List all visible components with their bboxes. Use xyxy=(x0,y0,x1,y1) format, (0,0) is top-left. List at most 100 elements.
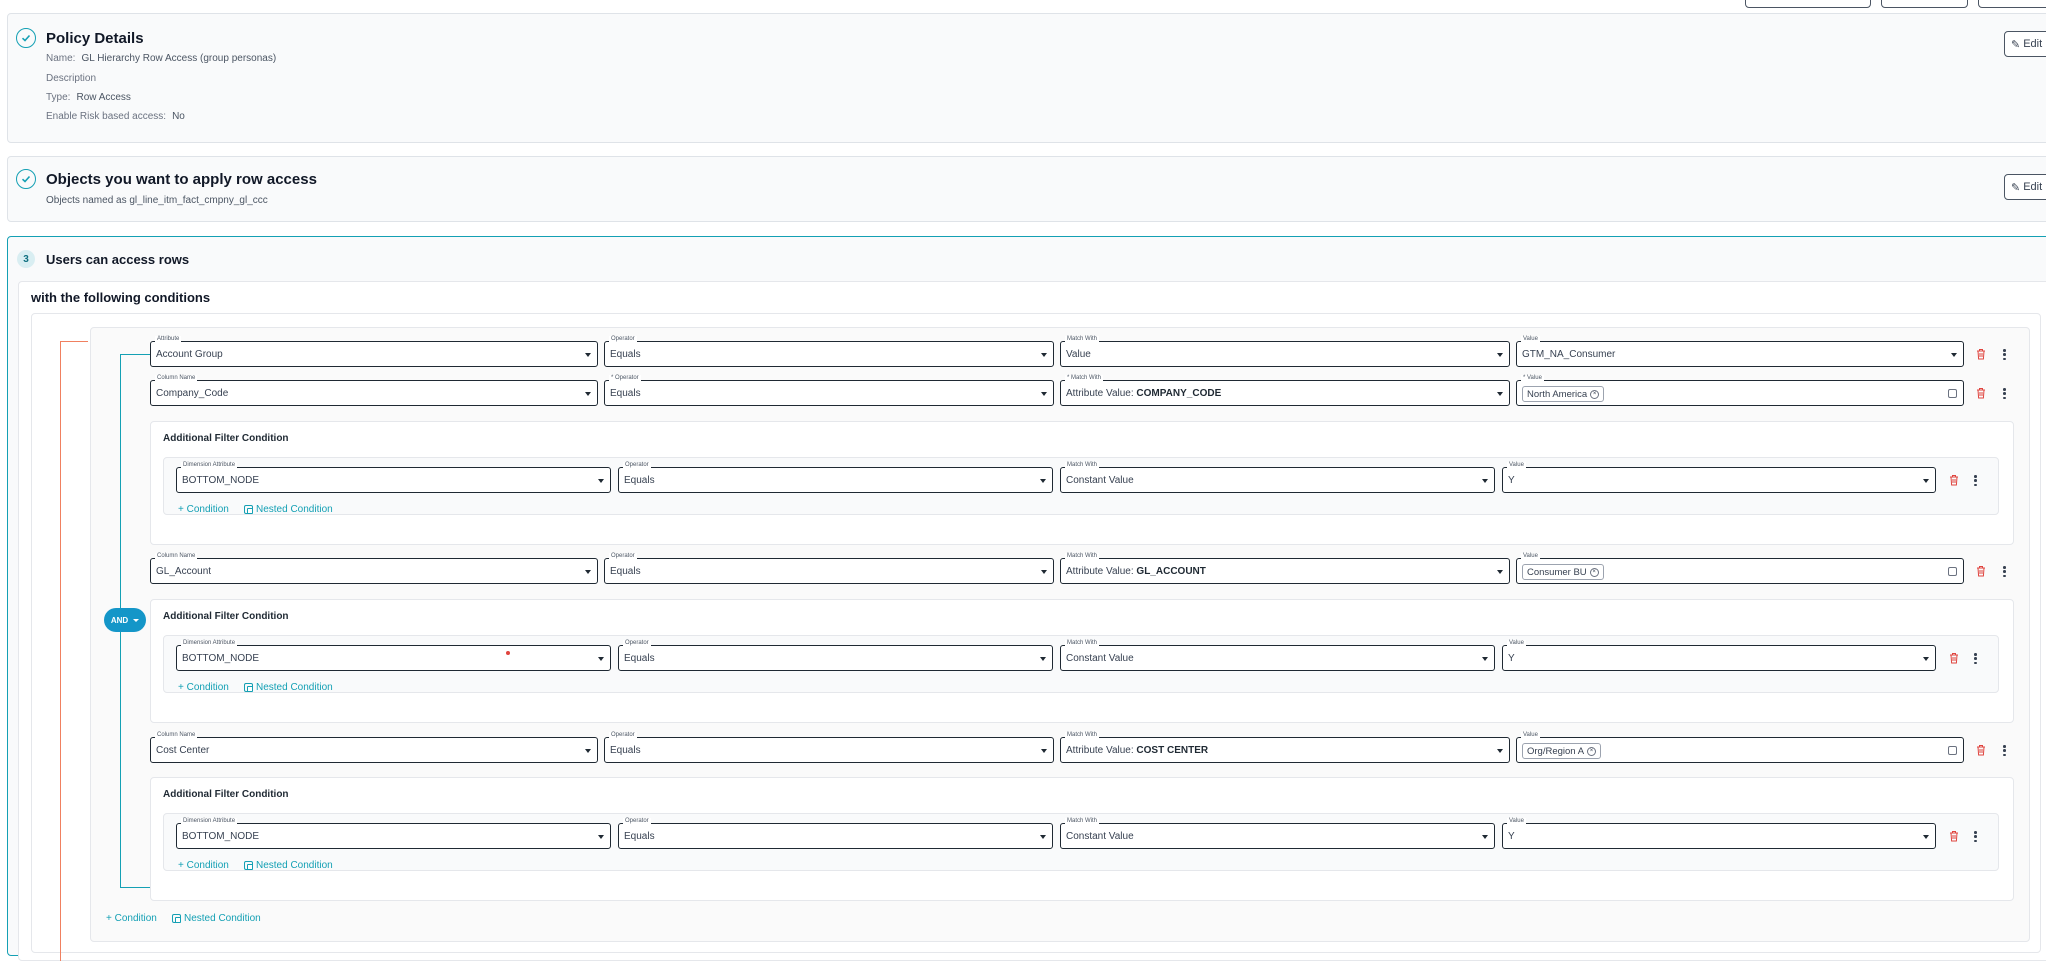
more-options-icon[interactable] xyxy=(2003,349,2006,360)
copy-icon[interactable] xyxy=(1948,389,1957,398)
dimension-attribute-select[interactable]: Dimension Attribute BOTTOM_NODE xyxy=(176,818,611,849)
value-multiselect[interactable]: Value Consumer BU × xyxy=(1516,553,1964,584)
field-value: Y xyxy=(1508,475,1515,486)
operator-select[interactable]: Operator Equals xyxy=(604,336,1054,367)
value-multiselect[interactable]: Value Org/Region A × xyxy=(1516,732,1964,763)
value-select[interactable]: Value Y xyxy=(1502,640,1936,671)
more-options-icon[interactable] xyxy=(1974,831,1977,842)
trash-icon[interactable] xyxy=(1976,348,1986,360)
value-select[interactable]: Value Y xyxy=(1502,818,1936,849)
field-value: Equals xyxy=(610,745,641,756)
field-label: Operator xyxy=(623,818,651,825)
nested-condition-link[interactable]: Nested Condition xyxy=(244,682,333,693)
field-value: Attribute Value: COMPANY_CODE xyxy=(1066,388,1221,399)
operator-select[interactable]: Operator Equals xyxy=(618,462,1053,493)
field-label: Match With xyxy=(1065,462,1100,469)
add-condition-link-root[interactable]: + Condition xyxy=(106,913,157,924)
field-value: Constant Value xyxy=(1066,831,1134,842)
edit-policy-details-button[interactable]: ✎ Edit xyxy=(2004,31,2046,57)
nested-condition-link[interactable]: Nested Condition xyxy=(244,860,333,871)
match-with-select[interactable]: Match With Attribute Value: GL_ACCOUNT xyxy=(1060,553,1510,584)
field-label: * Match With xyxy=(1065,375,1104,382)
conditions-title: with the following conditions xyxy=(31,290,211,305)
trash-icon[interactable] xyxy=(1949,474,1959,486)
dimension-attribute-select[interactable]: Dimension Attribute BOTTOM_NODE xyxy=(176,462,611,493)
chevron-down-icon xyxy=(1041,749,1047,753)
trash-icon[interactable] xyxy=(1976,387,1986,399)
more-options-icon[interactable] xyxy=(2003,745,2006,756)
remove-chip-icon[interactable]: × xyxy=(1587,746,1597,756)
edit-objects-button[interactable]: ✎ Edit xyxy=(2004,174,2046,200)
and-label: AND xyxy=(110,615,129,625)
remove-chip-icon[interactable]: × xyxy=(1589,567,1599,577)
match-with-select[interactable]: Match With Constant Value xyxy=(1060,818,1495,849)
nested-condition-icon xyxy=(172,914,181,923)
chevron-down-icon xyxy=(1040,835,1046,839)
add-condition-link[interactable]: + Condition xyxy=(178,860,229,871)
check-circle-icon xyxy=(16,169,36,189)
chevron-down-icon xyxy=(598,657,604,661)
more-options-icon[interactable] xyxy=(1974,653,1977,664)
field-value: Cost Center xyxy=(156,745,210,756)
field-value: Constant Value xyxy=(1066,475,1134,486)
attribute-select[interactable]: Attribute Account Group xyxy=(150,336,598,367)
nested-condition-link-root[interactable]: Nested Condition xyxy=(172,913,261,924)
match-with-select[interactable]: Match With Value xyxy=(1060,336,1510,367)
chevron-down-icon xyxy=(1497,570,1503,574)
top-action-button-2[interactable] xyxy=(1881,0,1968,8)
match-with-select[interactable]: * Match With Attribute Value: COMPANY_CO… xyxy=(1060,375,1510,406)
trash-icon[interactable] xyxy=(1949,830,1959,842)
more-options-icon[interactable] xyxy=(2003,388,2006,399)
trash-icon[interactable] xyxy=(1976,565,1986,577)
field-label: Value xyxy=(1521,336,1540,343)
top-action-button-1[interactable] xyxy=(1745,0,1871,8)
field-value: Account Group xyxy=(156,349,223,360)
operator-select[interactable]: Operator Equals xyxy=(618,640,1053,671)
value-chip[interactable]: Consumer BU × xyxy=(1522,564,1604,580)
operator-select[interactable]: Operator Equals xyxy=(604,553,1054,584)
policy-name-value: GL Hierarchy Row Access (group personas) xyxy=(81,53,277,64)
value-select[interactable]: Value Y xyxy=(1502,462,1936,493)
add-condition-link[interactable]: + Condition xyxy=(178,682,229,693)
operator-select[interactable]: Operator Equals xyxy=(618,818,1053,849)
more-options-icon[interactable] xyxy=(1974,475,1977,486)
chevron-down-icon xyxy=(1923,479,1929,483)
chevron-down-icon xyxy=(585,749,591,753)
policy-type-line: Type: Row Access xyxy=(46,92,131,103)
match-with-select[interactable]: Match With Constant Value xyxy=(1060,462,1495,493)
field-label: Column Name xyxy=(155,732,198,739)
column-name-select[interactable]: Column Name Cost Center xyxy=(150,732,598,763)
trash-icon[interactable] xyxy=(1949,652,1959,664)
trash-icon[interactable] xyxy=(1976,744,1986,756)
and-operator-toggle[interactable]: AND xyxy=(104,608,146,632)
edit-icon: ✎ xyxy=(2011,181,2021,194)
operator-select[interactable]: * Operator Equals xyxy=(604,375,1054,406)
edit-label: Edit xyxy=(2023,181,2043,193)
copy-icon[interactable] xyxy=(1948,746,1957,755)
copy-icon[interactable] xyxy=(1948,567,1957,576)
chevron-down-icon xyxy=(1497,353,1503,357)
remove-chip-icon[interactable]: × xyxy=(1590,389,1600,399)
nested-condition-label: Nested Condition xyxy=(256,682,333,693)
chevron-down-icon xyxy=(1951,353,1957,357)
operator-select[interactable]: Operator Equals xyxy=(604,732,1054,763)
nested-condition-icon xyxy=(244,505,253,514)
policy-name-line: Name: GL Hierarchy Row Access (group pers… xyxy=(46,53,276,64)
objects-card: Objects you want to apply row access Obj… xyxy=(7,156,2046,222)
match-with-select[interactable]: Match With Constant Value xyxy=(1060,640,1495,671)
dimension-attribute-select[interactable]: Dimension Attribute BOTTOM_NODE xyxy=(176,640,611,671)
chevron-down-icon xyxy=(1040,479,1046,483)
field-label: Match With xyxy=(1065,640,1100,647)
column-name-select[interactable]: Column Name Company_Code xyxy=(150,375,598,406)
value-chip[interactable]: Org/Region A × xyxy=(1522,743,1602,759)
field-value: Value xyxy=(1066,349,1091,360)
column-name-select[interactable]: Column Name GL_Account xyxy=(150,553,598,584)
match-with-select[interactable]: Match With Attribute Value: COST CENTER xyxy=(1060,732,1510,763)
add-condition-link[interactable]: + Condition xyxy=(178,504,229,515)
top-action-button-3[interactable] xyxy=(1978,0,2046,8)
value-multiselect[interactable]: * Value North America × xyxy=(1516,375,1964,406)
nested-condition-link[interactable]: Nested Condition xyxy=(244,504,333,515)
value-chip[interactable]: North America × xyxy=(1522,386,1605,402)
value-select[interactable]: Value GTM_NA_Consumer xyxy=(1516,336,1964,367)
more-options-icon[interactable] xyxy=(2003,566,2006,577)
